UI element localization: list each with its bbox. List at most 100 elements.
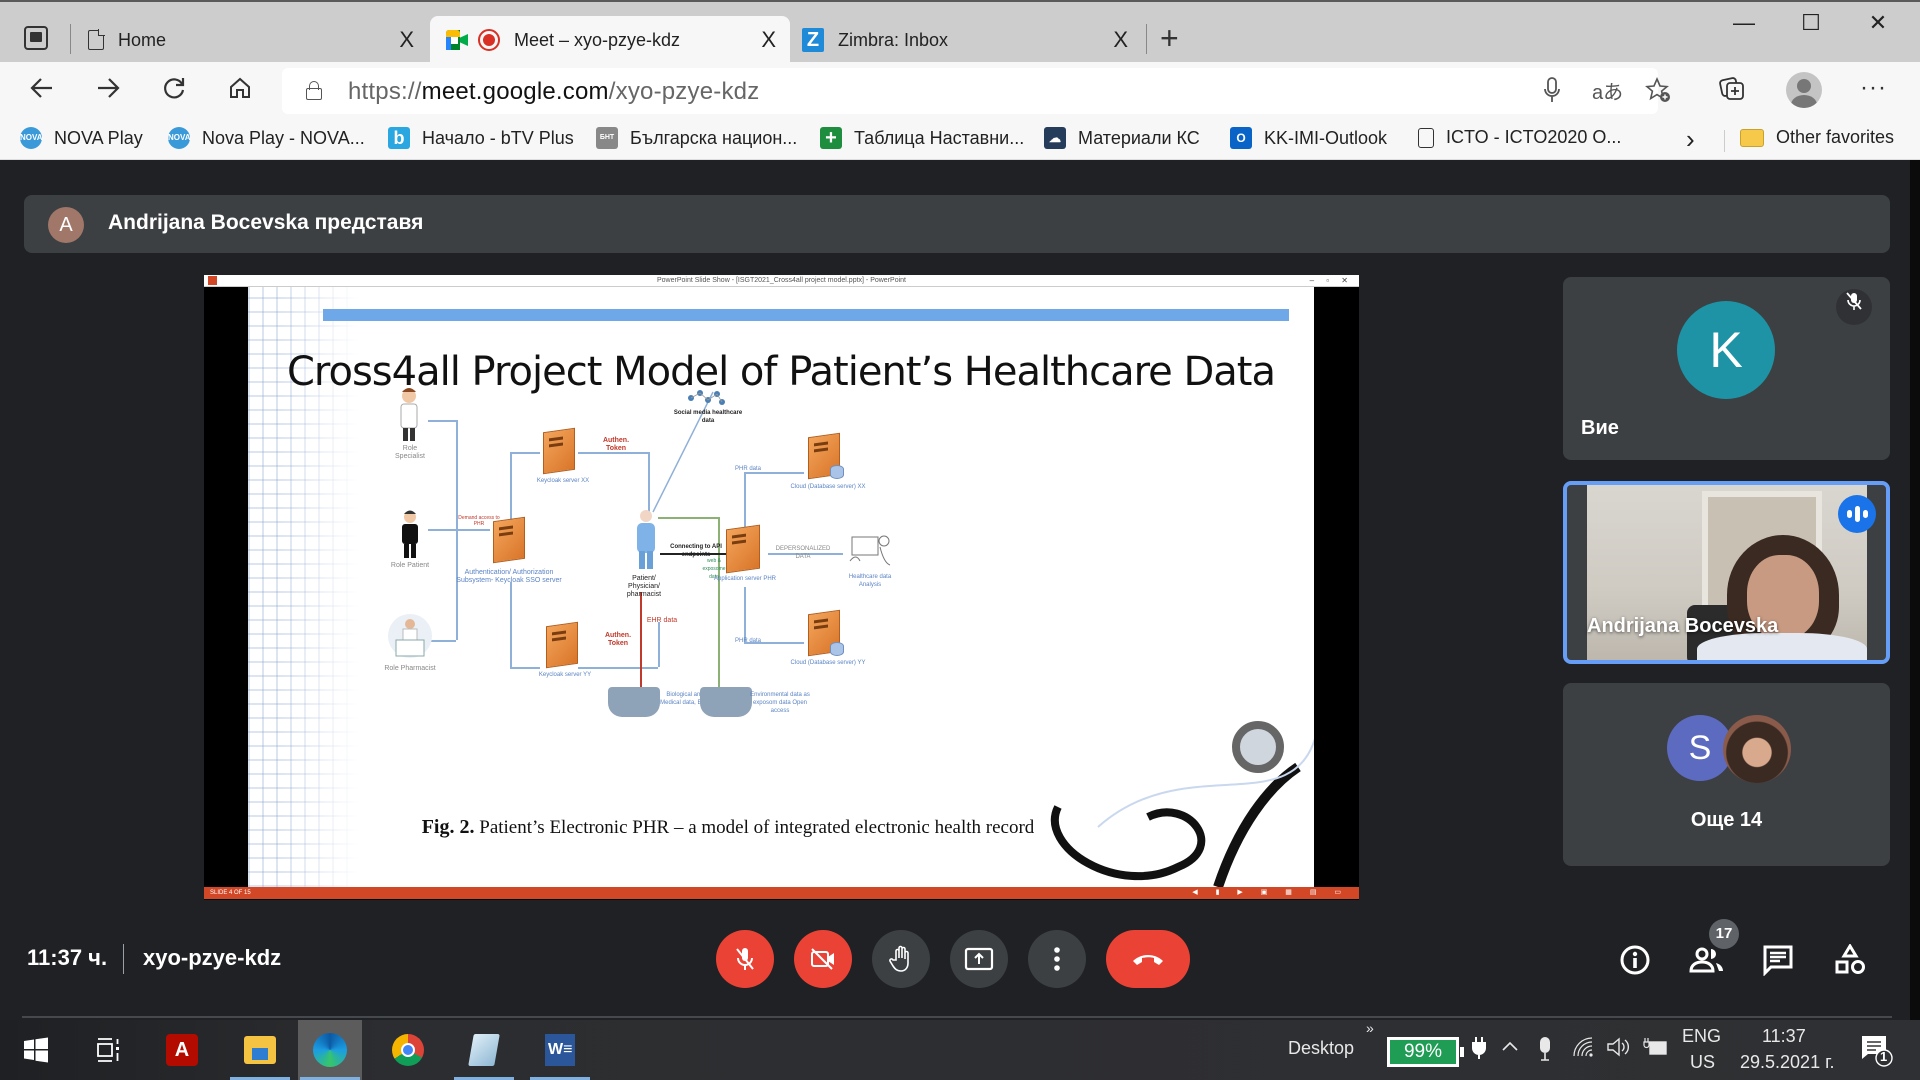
- tab-title: Home: [118, 29, 167, 50]
- maximize-button[interactable]: ☐: [1781, 10, 1841, 40]
- environmental-label: Environmental data as exposom data Open …: [750, 692, 810, 714]
- slideshow-controls[interactable]: ◀ ▮ ▶ ▣ ▦ ▤ ▭: [1192, 887, 1349, 899]
- leave-call-button[interactable]: [1106, 930, 1190, 988]
- input-language[interactable]: ENG: [1682, 1026, 1721, 1047]
- authen-token-label: Authen. Token: [602, 437, 630, 452]
- chat-icon: [1763, 945, 1793, 976]
- toolbar-overflow-icon[interactable]: »: [1366, 1020, 1374, 1036]
- start-button[interactable]: [4, 1020, 68, 1080]
- taskbar-file-explorer[interactable]: [228, 1020, 292, 1080]
- reload-button[interactable]: [156, 74, 192, 110]
- reload-icon: [164, 78, 185, 99]
- bookmark-materials[interactable]: ☁ Материали КС: [1044, 127, 1200, 149]
- lock-icon[interactable]: [306, 81, 322, 100]
- taskbar-chrome[interactable]: [376, 1020, 440, 1080]
- add-favorite-icon[interactable]: [1644, 76, 1672, 110]
- other-favorites[interactable]: Other favorites: [1740, 127, 1894, 148]
- close-icon[interactable]: X: [761, 27, 776, 53]
- home-button[interactable]: [222, 74, 258, 110]
- taskbar-notepad[interactable]: [452, 1020, 516, 1080]
- bookmark-nova-play-2[interactable]: NOVA Nova Play - NOVA...: [168, 127, 365, 149]
- new-tab-button[interactable]: +: [1160, 20, 1179, 57]
- tab-zimbra[interactable]: Z Zimbra: Inbox X: [802, 16, 1142, 64]
- activities-button[interactable]: [1832, 942, 1868, 978]
- clock-date[interactable]: 29.5.2021 г.: [1740, 1052, 1834, 1073]
- microphone-icon[interactable]: [1542, 76, 1562, 110]
- microphone-tray-icon[interactable]: [1538, 1036, 1552, 1068]
- notifications-icon: [1862, 1036, 1893, 1067]
- divider: [123, 944, 124, 974]
- url-text[interactable]: https://meet.google.com/xyo-pzye-kdz: [348, 78, 759, 106]
- collections-icon[interactable]: [1718, 74, 1746, 108]
- arrow-left-icon: [30, 78, 52, 98]
- close-icon[interactable]: X: [1113, 27, 1128, 53]
- battery-indicator[interactable]: 99%: [1387, 1037, 1464, 1067]
- taskbar-word[interactable]: W≡: [528, 1020, 592, 1080]
- presenter-avatar: A: [48, 207, 84, 243]
- phr-data-label: PHR data: [734, 638, 761, 644]
- keycloak-xx-icon: [543, 427, 575, 475]
- bookmark-nova-play[interactable]: NOVA NOVA Play: [20, 127, 143, 149]
- close-window-button[interactable]: ✕: [1848, 10, 1908, 40]
- connector: [428, 640, 456, 642]
- chat-button[interactable]: [1760, 942, 1796, 978]
- tab-home[interactable]: Home X: [88, 16, 428, 64]
- shared-screen[interactable]: PowerPoint Slide Show - [ISGT2021_Cross4…: [204, 275, 1359, 900]
- profile-avatar[interactable]: [1786, 72, 1822, 108]
- analysis-sketch-icon: [849, 535, 891, 566]
- figure-caption: Fig. 2. Patient’s Electronic PHR – a mod…: [421, 816, 1035, 838]
- bookmark-table[interactable]: + Таблица Наставни...: [820, 127, 1024, 149]
- tab-meet[interactable]: Meet – xyo-pzye-kdz X: [430, 16, 790, 64]
- participant-tile-self[interactable]: K Вие: [1563, 277, 1890, 460]
- participant-tile-presenter[interactable]: Andrijana Bocevska: [1563, 481, 1890, 664]
- meeting-time: 11:37 ч.: [27, 945, 108, 970]
- meeting-code: xyo-pzye-kdz: [143, 945, 282, 970]
- people-icon: [1689, 947, 1723, 973]
- minimize-button[interactable]: —: [1714, 10, 1774, 40]
- camera-toggle-button[interactable]: [794, 930, 852, 988]
- bookmark-icto[interactable]: ICTO - ICTO2020 O...: [1418, 127, 1621, 148]
- clock-time[interactable]: 11:37: [1762, 1026, 1806, 1047]
- slide: Cross4all Project Model of Patient’s Hea…: [248, 287, 1314, 887]
- desktop-toolbar-label[interactable]: Desktop: [1288, 1038, 1354, 1059]
- btv-icon: b: [388, 127, 410, 149]
- action-center-button[interactable]: 1: [1860, 1032, 1894, 1068]
- meeting-details-button[interactable]: [1617, 942, 1653, 978]
- battery-charging-icon[interactable]: [1642, 1036, 1668, 1064]
- bookmarks-overflow-chevron-icon[interactable]: ›: [1686, 124, 1695, 155]
- participant-name: Andrijana Bocevska: [1587, 615, 1779, 637]
- more-options-icon[interactable]: ···: [1860, 74, 1887, 102]
- wifi-icon[interactable]: [1572, 1036, 1594, 1064]
- volume-icon[interactable]: [1606, 1036, 1630, 1064]
- more-options-button[interactable]: [1028, 930, 1086, 988]
- close-icon[interactable]: X: [399, 27, 414, 53]
- show-hidden-icons-chevron-icon[interactable]: [1500, 1036, 1520, 1062]
- folder-icon: [244, 1036, 276, 1064]
- taskbar-acrobat[interactable]: A: [150, 1020, 214, 1080]
- cloud-icon: ☁: [1044, 127, 1066, 149]
- bookmark-outlook[interactable]: O KK-IMI-Outlook: [1230, 127, 1387, 149]
- translate-icon[interactable]: aあ: [1592, 76, 1623, 105]
- bio-data-stack-icon: [608, 687, 660, 717]
- tab-divider: [1146, 24, 1147, 54]
- tab-actions-icon[interactable]: [24, 26, 48, 50]
- present-now-button[interactable]: [950, 930, 1008, 988]
- microphone-toggle-button[interactable]: [716, 930, 774, 988]
- bookmark-bnt[interactable]: БНТ Българска национ...: [596, 127, 797, 149]
- task-view-button[interactable]: [76, 1020, 140, 1080]
- input-region[interactable]: US: [1690, 1052, 1715, 1073]
- recording-icon: [478, 29, 500, 51]
- address-bar[interactable]: https://meet.google.com/xyo-pzye-kdz aあ: [282, 68, 1670, 114]
- nova-icon: NOVA: [20, 127, 43, 149]
- forward-button[interactable]: [90, 74, 126, 110]
- bookmark-btv[interactable]: b Начало - bTV Plus: [388, 127, 574, 149]
- raise-hand-button[interactable]: [872, 930, 930, 988]
- back-button[interactable]: [24, 74, 60, 110]
- connector: [510, 452, 540, 454]
- participant-tile-more[interactable]: S Още 14: [1563, 683, 1890, 866]
- taskbar-edge[interactable]: [298, 1020, 362, 1080]
- more-vertical-icon: [1054, 947, 1060, 971]
- power-plug-icon[interactable]: [1472, 1036, 1486, 1066]
- powerpoint-window-controls: – ▫ ✕: [1309, 276, 1353, 285]
- scrollbar[interactable]: [1910, 160, 1920, 1020]
